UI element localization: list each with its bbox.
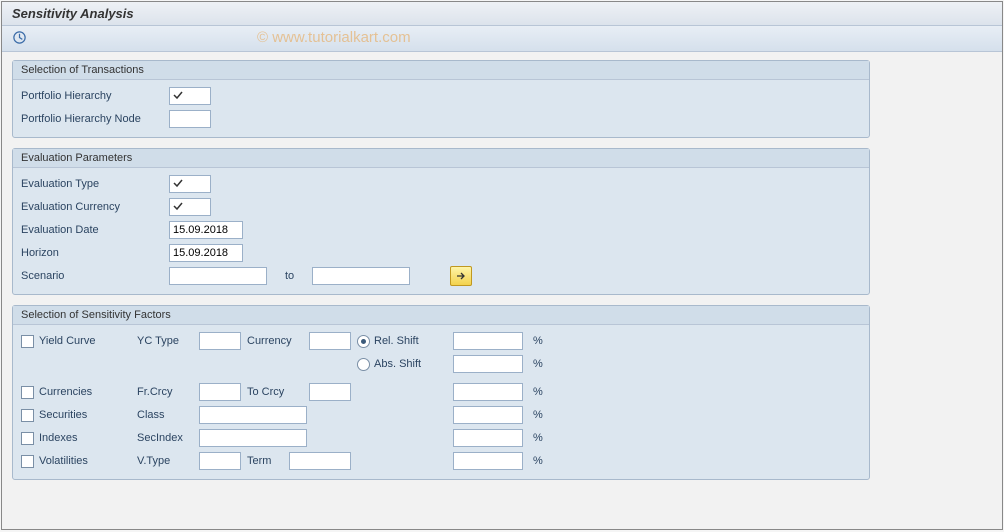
yield-curve-label: Yield Curve	[39, 335, 95, 347]
volatilities-label: Volatilities	[39, 455, 88, 467]
vtype-input[interactable]	[199, 452, 241, 470]
eval-date-input[interactable]	[169, 221, 243, 239]
vtype-label: V.Type	[137, 455, 199, 467]
required-check-icon	[172, 177, 184, 192]
securities-checkbox[interactable]	[21, 409, 34, 422]
group-title: Selection of Transactions	[13, 61, 869, 80]
pct-symbol: %	[533, 358, 543, 370]
frcrcy-input[interactable]	[199, 383, 241, 401]
yc-currency-input[interactable]	[309, 332, 351, 350]
group-sensitivity-factors: Selection of Sensitivity Factors Yield C…	[12, 305, 870, 480]
page-title: Sensitivity Analysis	[2, 2, 1002, 26]
rel-shift-label: Rel. Shift	[374, 335, 419, 347]
portfolio-hierarchy-label: Portfolio Hierarchy	[21, 90, 169, 102]
portfolio-node-label: Portfolio Hierarchy Node	[21, 113, 169, 125]
yield-curve-checkbox[interactable]	[21, 335, 34, 348]
indexes-shift-input[interactable]	[453, 429, 523, 447]
rel-shift-input[interactable]	[453, 332, 523, 350]
scenario-to-input[interactable]	[312, 267, 410, 285]
securities-label: Securities	[39, 409, 87, 421]
toolbar: © www.tutorialkart.com	[2, 26, 1002, 52]
securities-shift-input[interactable]	[453, 406, 523, 424]
scenario-label: Scenario	[21, 270, 169, 282]
currencies-shift-input[interactable]	[453, 383, 523, 401]
tocrcy-label: To Crcy	[247, 386, 309, 398]
currencies-checkbox[interactable]	[21, 386, 34, 399]
pct-symbol: %	[533, 335, 543, 347]
tocrcy-input[interactable]	[309, 383, 351, 401]
scenario-from-input[interactable]	[169, 267, 267, 285]
volatilities-checkbox[interactable]	[21, 455, 34, 468]
abs-shift-input[interactable]	[453, 355, 523, 373]
multiple-selection-button[interactable]	[450, 266, 472, 286]
secindex-label: SecIndex	[137, 432, 199, 444]
term-label: Term	[247, 455, 289, 467]
execute-icon[interactable]	[12, 30, 28, 46]
frcrcy-label: Fr.Crcy	[137, 386, 199, 398]
required-check-icon	[172, 89, 184, 104]
abs-shift-radio[interactable]	[357, 358, 370, 371]
eval-type-input[interactable]	[169, 175, 211, 193]
yc-type-label: YC Type	[137, 335, 199, 347]
horizon-input[interactable]	[169, 244, 243, 262]
eval-type-label: Evaluation Type	[21, 178, 169, 190]
portfolio-node-input[interactable]	[169, 110, 211, 128]
eval-date-label: Evaluation Date	[21, 224, 169, 236]
group-evaluation-parameters: Evaluation Parameters Evaluation Type Ev…	[12, 148, 870, 295]
abs-shift-label: Abs. Shift	[374, 358, 421, 370]
horizon-label: Horizon	[21, 247, 169, 259]
indexes-checkbox[interactable]	[21, 432, 34, 445]
class-input[interactable]	[199, 406, 307, 424]
pct-symbol: %	[533, 455, 543, 467]
pct-symbol: %	[533, 432, 543, 444]
pct-symbol: %	[533, 386, 543, 398]
group-selection-transactions: Selection of Transactions Portfolio Hier…	[12, 60, 870, 138]
class-label: Class	[137, 409, 199, 421]
watermark: © www.tutorialkart.com	[257, 29, 411, 46]
pct-symbol: %	[533, 409, 543, 421]
rel-shift-radio[interactable]	[357, 335, 370, 348]
indexes-label: Indexes	[39, 432, 78, 444]
group-title: Evaluation Parameters	[13, 149, 869, 168]
secindex-input[interactable]	[199, 429, 307, 447]
required-check-icon	[172, 200, 184, 215]
yc-type-input[interactable]	[199, 332, 241, 350]
eval-curr-input[interactable]	[169, 198, 211, 216]
content-area: Selection of Transactions Portfolio Hier…	[2, 52, 1002, 498]
app-window: Sensitivity Analysis © www.tutorialkart.…	[1, 1, 1003, 530]
to-label: to	[285, 270, 294, 282]
volatilities-shift-input[interactable]	[453, 452, 523, 470]
eval-curr-label: Evaluation Currency	[21, 201, 169, 213]
group-title: Selection of Sensitivity Factors	[13, 306, 869, 325]
term-input[interactable]	[289, 452, 351, 470]
portfolio-hierarchy-input[interactable]	[169, 87, 211, 105]
currencies-label: Currencies	[39, 386, 92, 398]
yc-currency-label: Currency	[247, 335, 309, 347]
